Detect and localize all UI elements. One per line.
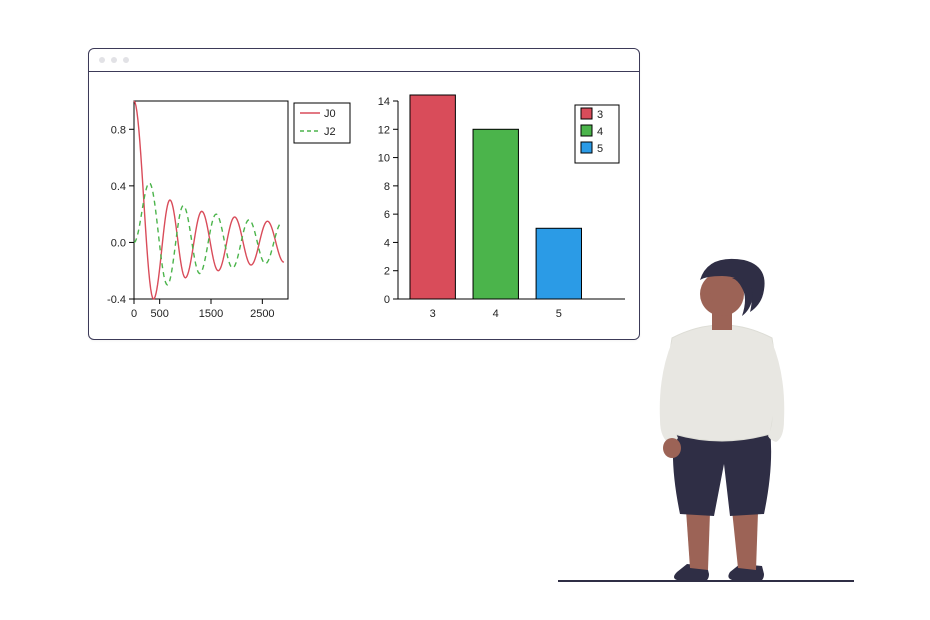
window-dot — [99, 57, 105, 63]
line-chart: -0.4 0.0 0.4 0.8 0 500 1500 2500 J0 J2 — [89, 71, 364, 339]
svg-text:4: 4 — [384, 237, 390, 249]
person-illustration — [622, 250, 822, 590]
svg-text:J0: J0 — [324, 108, 336, 120]
window-dot — [123, 57, 129, 63]
svg-text:0.8: 0.8 — [111, 124, 126, 136]
svg-text:-0.4: -0.4 — [107, 294, 126, 306]
svg-text:2: 2 — [384, 266, 390, 278]
bar-chart-pane: 0 2 4 6 8 10 12 14 3 4 5 3 4 5 — [364, 71, 639, 339]
svg-text:6: 6 — [384, 209, 390, 221]
svg-text:0.0: 0.0 — [111, 237, 126, 249]
svg-text:5: 5 — [556, 308, 562, 320]
svg-text:10: 10 — [378, 153, 390, 165]
svg-text:14: 14 — [378, 96, 390, 108]
svg-text:4: 4 — [493, 308, 499, 320]
svg-text:500: 500 — [150, 308, 168, 320]
chart-window: -0.4 0.0 0.4 0.8 0 500 1500 2500 J0 J2 0 2 4 6 8 10 12 1… — [88, 48, 640, 340]
svg-text:1500: 1500 — [199, 308, 223, 320]
bar-chart: 0 2 4 6 8 10 12 14 3 4 5 3 4 5 — [364, 71, 639, 339]
svg-text:12: 12 — [378, 124, 390, 136]
svg-text:3: 3 — [430, 308, 436, 320]
svg-text:J2: J2 — [324, 126, 336, 138]
window-titlebar — [89, 49, 639, 72]
svg-text:2500: 2500 — [250, 308, 274, 320]
svg-text:0: 0 — [131, 308, 137, 320]
window-dot — [111, 57, 117, 63]
svg-text:5: 5 — [597, 143, 603, 155]
svg-text:0.4: 0.4 — [111, 181, 126, 193]
line-chart-pane: -0.4 0.0 0.4 0.8 0 500 1500 2500 J0 J2 — [89, 71, 364, 339]
svg-text:4: 4 — [597, 126, 603, 138]
svg-text:0: 0 — [384, 294, 390, 306]
svg-text:8: 8 — [384, 181, 390, 193]
svg-text:3: 3 — [597, 109, 603, 121]
